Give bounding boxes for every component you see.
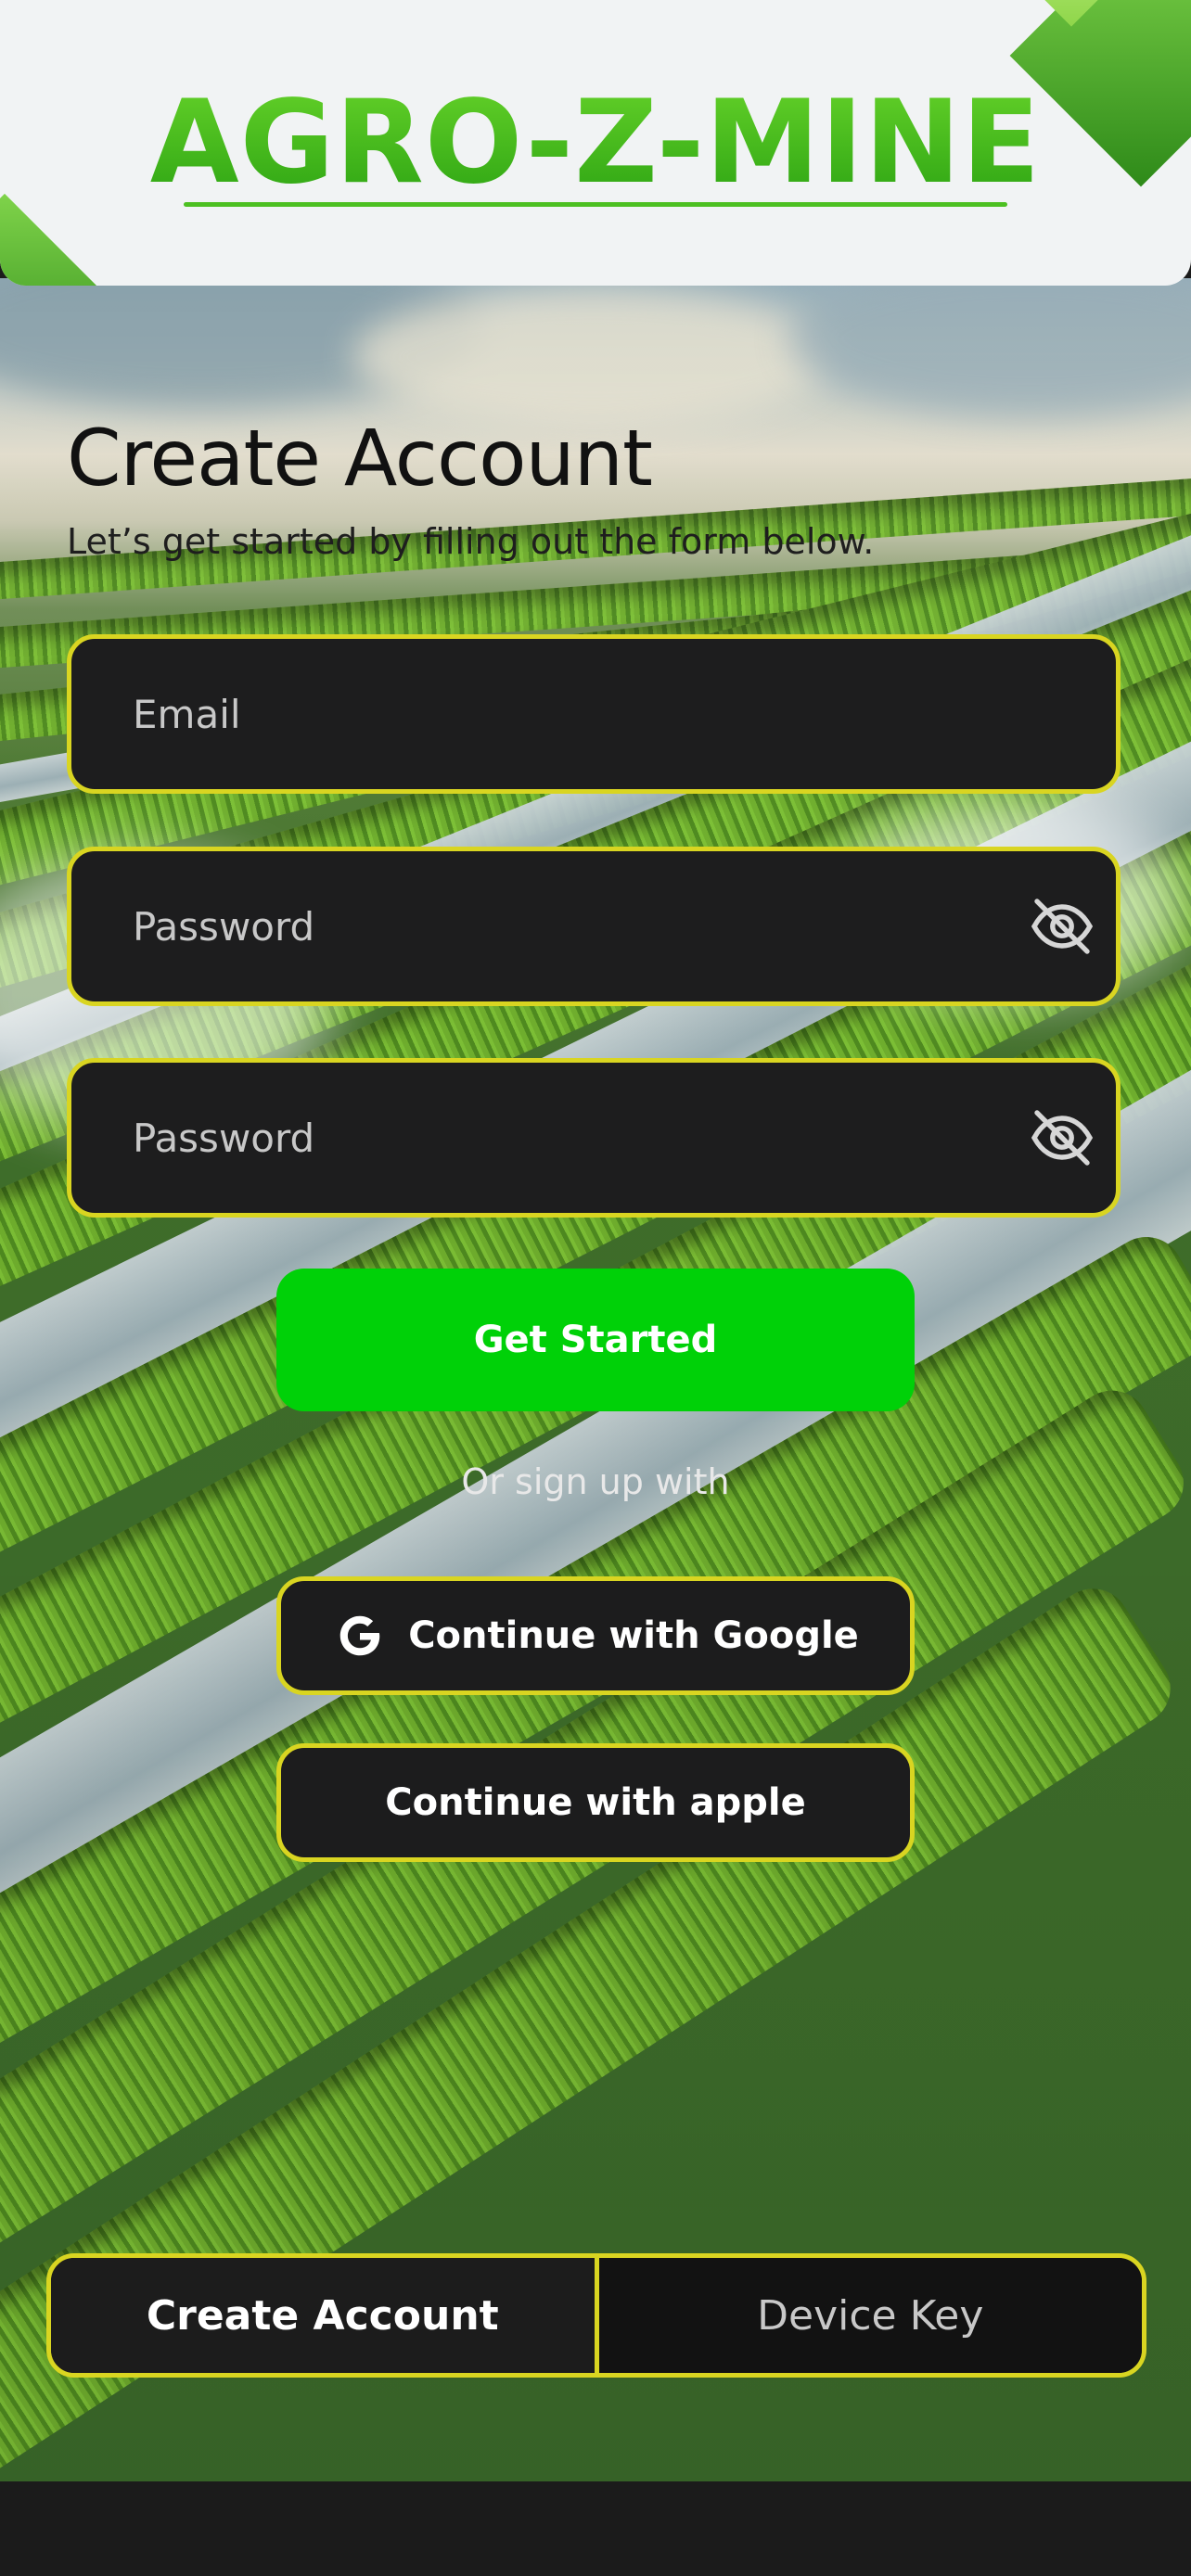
- eye-off-icon[interactable]: [1029, 893, 1095, 960]
- email-field[interactable]: [67, 634, 1121, 794]
- confirm-password-field[interactable]: [67, 1058, 1121, 1218]
- logo-underline: [184, 202, 1007, 207]
- email-input[interactable]: [71, 690, 969, 738]
- header-card: AGRO-Z-MINE: [0, 0, 1191, 286]
- google-button-label: Continue with Google: [408, 1614, 859, 1657]
- corner-decoration: [0, 193, 104, 286]
- continue-with-apple-button[interactable]: Continue with apple: [276, 1743, 915, 1862]
- password-field[interactable]: [67, 847, 1121, 1006]
- auth-tab-bar: Create Account Device Key: [46, 2253, 1146, 2378]
- app-logo: AGRO-Z-MINE: [0, 85, 1191, 200]
- get-started-button[interactable]: Get Started: [276, 1269, 915, 1411]
- page-subtitle: Let’s get started by filling out the for…: [67, 521, 875, 562]
- apple-button-label: Continue with apple: [385, 1781, 806, 1824]
- password-input[interactable]: [71, 902, 969, 950]
- confirm-password-input[interactable]: [71, 1114, 969, 1162]
- tab-create-account[interactable]: Create Account: [51, 2258, 599, 2373]
- google-icon: [339, 1615, 380, 1656]
- page-title: Create Account: [67, 413, 653, 504]
- continue-with-google-button[interactable]: Continue with Google: [276, 1576, 915, 1695]
- tab-device-key[interactable]: Device Key: [598, 2258, 1142, 2373]
- eye-off-icon[interactable]: [1029, 1104, 1095, 1171]
- bottom-bar: [0, 2481, 1191, 2576]
- or-sign-up-text: Or sign up with: [461, 1461, 730, 1502]
